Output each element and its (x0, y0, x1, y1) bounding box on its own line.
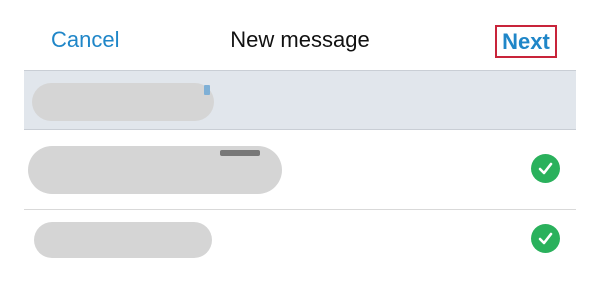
checkmark-circle-icon[interactable] (531, 154, 560, 183)
next-button[interactable]: Next (495, 25, 557, 58)
text-fragment (220, 150, 260, 156)
text-fragment (204, 85, 210, 95)
check-icon (538, 232, 553, 245)
check-icon (538, 162, 553, 175)
checkmark-circle-icon[interactable] (531, 224, 560, 253)
recipient-row-2[interactable] (24, 130, 576, 210)
recipient-row-1[interactable] (24, 70, 576, 130)
navigation-bar: Cancel New message Next (0, 0, 600, 70)
redacted-name (34, 222, 212, 258)
redacted-name (32, 83, 214, 121)
new-message-screen: Cancel New message Next (0, 0, 600, 291)
recipient-row-3[interactable] (24, 210, 576, 270)
